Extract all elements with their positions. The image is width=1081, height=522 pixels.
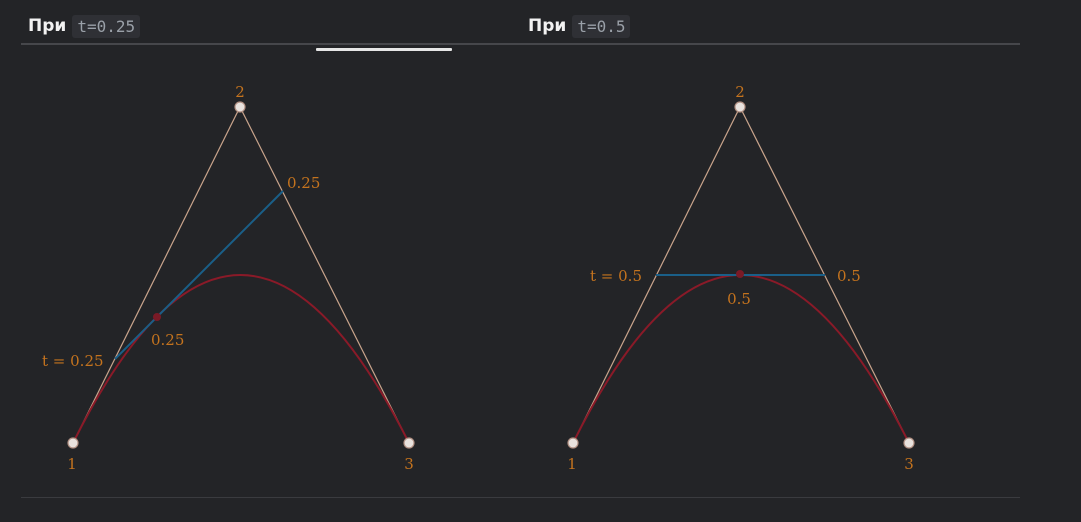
control-point-2[interactable] (734, 101, 746, 113)
control-point-1[interactable] (567, 437, 579, 449)
point-label-1: 1 (67, 455, 77, 473)
bezier-curve (72, 274, 410, 444)
control-point-3[interactable] (403, 437, 415, 449)
t-label-curve: 0.5 (727, 290, 751, 308)
point-label-2: 2 (235, 83, 245, 101)
point-label-3: 3 (404, 455, 414, 473)
control-point-2[interactable] (234, 101, 246, 113)
curve-point (153, 313, 161, 321)
point-label-1: 1 (567, 455, 577, 473)
control-point-1[interactable] (67, 437, 79, 449)
point-label-3: 3 (904, 455, 914, 473)
control-point-3[interactable] (903, 437, 915, 449)
hull-line-1-2 (72, 106, 241, 444)
point-label-2: 2 (735, 83, 745, 101)
footer-divider (21, 497, 1020, 498)
page: При t=0.25 При t=0.5 1 2 3 t = 0.25 0.25… (0, 0, 1081, 522)
t-label-left: t = 0.25 (42, 352, 104, 370)
t-label-curve: 0.25 (151, 331, 184, 349)
t-label-right: 0.5 (837, 267, 861, 285)
t-label-right: 0.25 (287, 174, 320, 192)
tangent-line (114, 190, 284, 360)
t-label-left: t = 0.5 (590, 267, 642, 285)
curve-point (736, 270, 744, 278)
bezier-panel-t-05: 1 2 3 t = 0.5 0.5 0.5 (567, 83, 915, 473)
bezier-panel-t-025: 1 2 3 t = 0.25 0.25 0.25 (42, 83, 415, 473)
bezier-diagrams: 1 2 3 t = 0.25 0.25 0.25 1 2 3 t = 0.5 0… (42, 83, 915, 473)
hull-line-2-3 (239, 106, 410, 444)
